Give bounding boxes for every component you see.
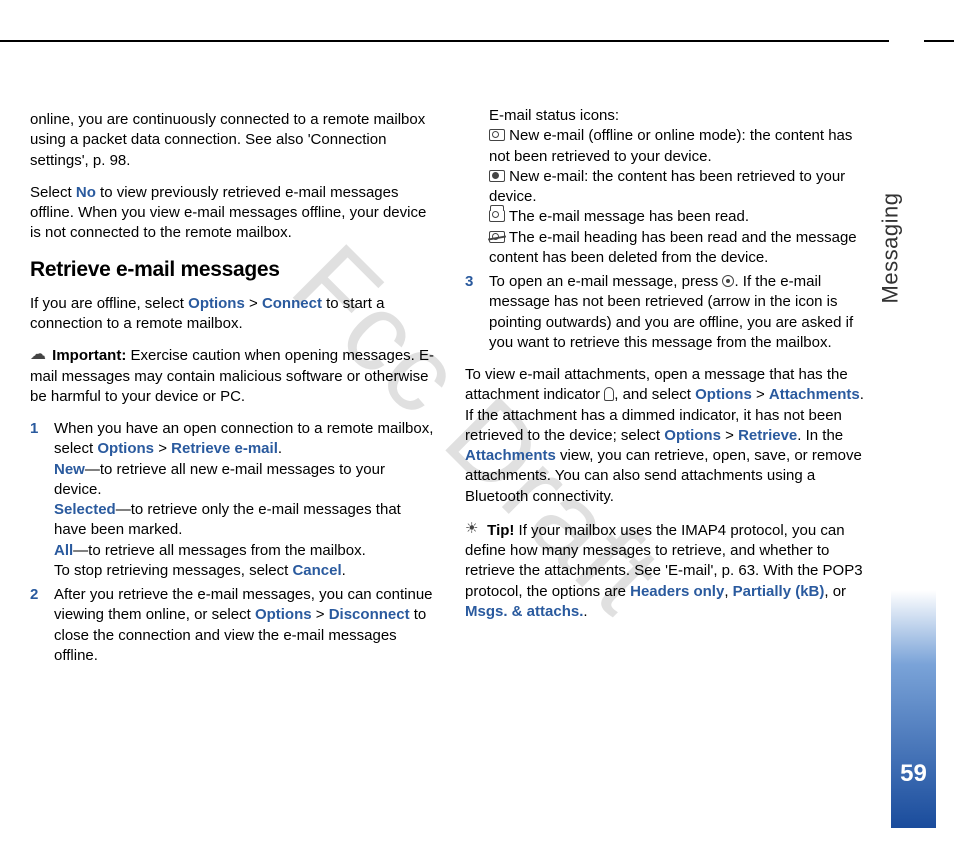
keyword-disconnect: Disconnect bbox=[329, 606, 410, 623]
keyword-options: Options bbox=[255, 606, 312, 623]
attachment-icon bbox=[604, 387, 614, 401]
text: If you are offline, select bbox=[30, 295, 188, 312]
keyword-retrieve: Retrieve bbox=[738, 427, 797, 444]
step-number-blank bbox=[465, 106, 489, 268]
text: E-mail status icons: bbox=[489, 107, 619, 124]
chapter-label: Messaging bbox=[878, 193, 904, 304]
text: The e-mail heading has been read and the… bbox=[489, 229, 857, 266]
keyword-connect: Connect bbox=[262, 295, 322, 312]
step-number: 3 bbox=[465, 272, 489, 353]
text: , or bbox=[824, 583, 846, 600]
text: To open an e-mail message, press bbox=[489, 273, 722, 290]
text: To stop retrieving messages, select bbox=[54, 562, 292, 579]
keyword-attachments: Attachments bbox=[769, 386, 860, 403]
text: > bbox=[312, 606, 329, 623]
keyword-selected: Selected bbox=[54, 501, 116, 518]
keyword-options: Options bbox=[188, 295, 245, 312]
mail-new-offline-icon bbox=[489, 129, 505, 141]
step-body: When you have an open connection to a re… bbox=[54, 419, 435, 581]
keyword-headers-only: Headers only bbox=[630, 583, 724, 600]
text: New e-mail: the content has been retriev… bbox=[489, 168, 845, 205]
page-content: online, you are continuously connected t… bbox=[30, 110, 870, 670]
text: New e-mail (offline or online mode): the… bbox=[489, 127, 852, 164]
intro-para-2: Select No to view previously retrieved e… bbox=[30, 183, 435, 244]
keyword-options: Options bbox=[664, 427, 721, 444]
numbered-list-cont: E-mail status icons: New e-mail (offline… bbox=[465, 106, 870, 353]
list-item-3: 3 To open an e-mail message, press . If … bbox=[465, 272, 870, 353]
text: —to retrieve all new e-mail messages to … bbox=[54, 461, 385, 498]
important-icon bbox=[30, 348, 46, 362]
tip-icon bbox=[465, 521, 481, 537]
text: > bbox=[752, 386, 769, 403]
text: Select bbox=[30, 184, 76, 201]
keyword-options: Options bbox=[97, 440, 154, 457]
list-item-2-cont: E-mail status icons: New e-mail (offline… bbox=[465, 106, 870, 268]
mail-new-retrieved-icon bbox=[489, 170, 505, 182]
text: . bbox=[342, 562, 346, 579]
intro-para-1: online, you are continuously connected t… bbox=[30, 110, 435, 171]
important-note: Important: Exercise caution when opening… bbox=[30, 346, 435, 407]
step-body: To open an e-mail message, press . If th… bbox=[489, 272, 870, 353]
step-number: 2 bbox=[30, 585, 54, 666]
text: —to retrieve all messages from the mailb… bbox=[73, 542, 366, 559]
keyword-cancel: Cancel bbox=[292, 562, 341, 579]
numbered-list: 1 When you have an open connection to a … bbox=[30, 419, 435, 666]
step-body: After you retrieve the e-mail messages, … bbox=[54, 585, 435, 666]
keyword-options: Options bbox=[695, 386, 752, 403]
important-label: Important: bbox=[52, 347, 126, 364]
top-rule bbox=[0, 40, 954, 42]
list-item-1: 1 When you have an open connection to a … bbox=[30, 419, 435, 581]
page-number: 59 bbox=[891, 760, 936, 788]
text: > bbox=[154, 440, 171, 457]
mail-deleted-icon bbox=[489, 231, 505, 243]
text: The e-mail message has been read. bbox=[505, 208, 749, 225]
keyword-retrieve-email: Retrieve e-mail bbox=[171, 440, 278, 457]
keyword-all: All bbox=[54, 542, 73, 559]
text: , bbox=[724, 583, 732, 600]
left-column: online, you are continuously connected t… bbox=[30, 110, 435, 670]
tip-note: Tip! If your mailbox uses the IMAP4 prot… bbox=[465, 519, 870, 622]
text: , and select bbox=[614, 386, 695, 403]
keyword-partially-kb: Partially (kB) bbox=[733, 583, 825, 600]
section-heading: Retrieve e-mail messages bbox=[30, 256, 435, 284]
attachments-para: To view e-mail attachments, open a messa… bbox=[465, 365, 870, 507]
text: . bbox=[278, 440, 282, 457]
offline-para: If you are offline, select Options > Con… bbox=[30, 294, 435, 335]
scroll-key-icon bbox=[722, 275, 734, 287]
keyword-msgs-attachs: Msgs. & attachs. bbox=[465, 603, 583, 620]
step-body: E-mail status icons: New e-mail (offline… bbox=[489, 106, 870, 268]
text: . In the bbox=[797, 427, 843, 444]
keyword-new: New bbox=[54, 461, 85, 478]
text: > bbox=[721, 427, 738, 444]
text: . bbox=[583, 603, 587, 620]
right-column: E-mail status icons: New e-mail (offline… bbox=[465, 110, 870, 670]
side-tab: Messaging 59 bbox=[891, 85, 936, 828]
keyword-attachments-view: Attachments bbox=[465, 447, 556, 464]
tip-label: Tip! bbox=[487, 522, 514, 539]
step-number: 1 bbox=[30, 419, 54, 581]
list-item-2: 2 After you retrieve the e-mail messages… bbox=[30, 585, 435, 666]
keyword-no: No bbox=[76, 184, 96, 201]
text: > bbox=[245, 295, 262, 312]
mail-read-icon bbox=[489, 210, 505, 222]
